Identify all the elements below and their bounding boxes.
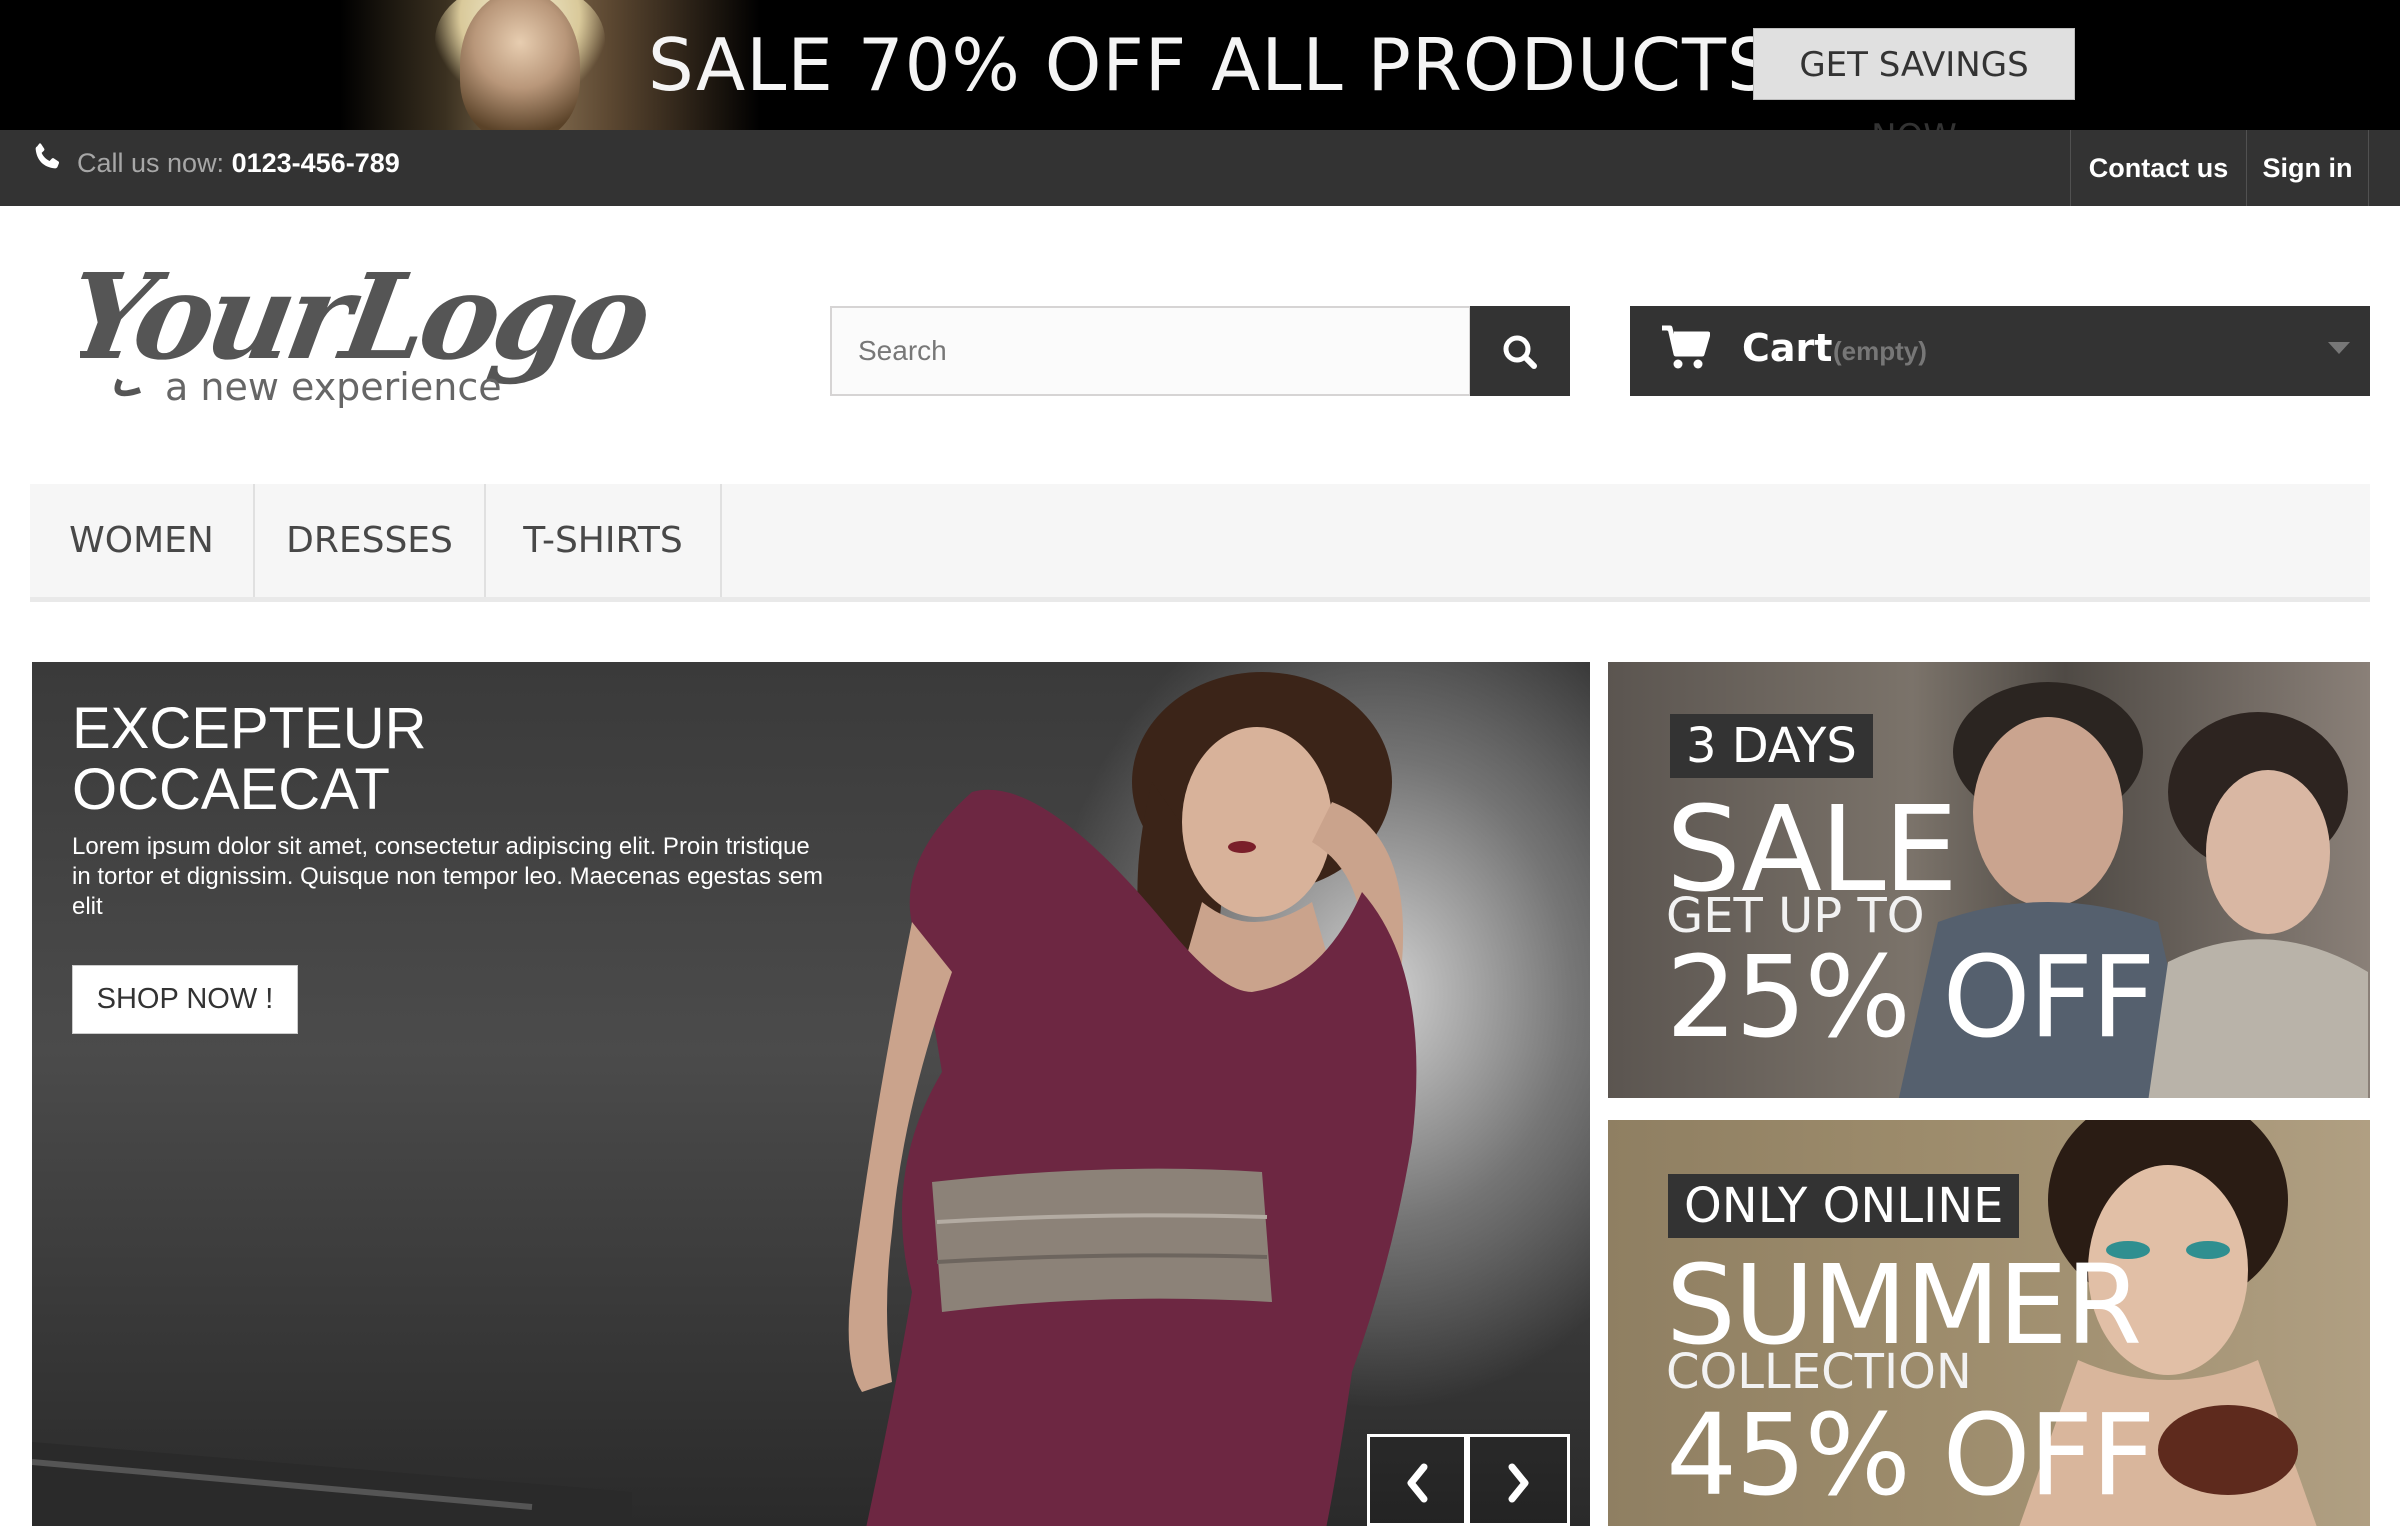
hero-title-line2: OCCAECAT <box>72 757 390 822</box>
hero-slider[interactable]: EXCEPTEUR OCCAECAT Lorem ipsum dolor sit… <box>32 662 1590 1526</box>
call-us-text: Call us now: 0123-456-789 <box>77 148 400 179</box>
logo-image: YourLogo a new experience <box>56 248 659 409</box>
sale-banner-3-days[interactable]: 3 DAYS SALE GET UP TO 25% OFF <box>1608 662 2370 1098</box>
shop-now-button[interactable]: SHOP NOW ! <box>72 965 298 1034</box>
summer-collection-banner[interactable]: ONLY ONLINE SUMMER COLLECTION 45% OFF <box>1608 1120 2370 1526</box>
hero-title: EXCEPTEUR OCCAECAT <box>72 698 772 820</box>
cart-label: Cart <box>1742 326 1833 370</box>
promo-text: SALE 70% OFF ALL PRODUCTS <box>648 23 1774 107</box>
menu-item-t-shirts[interactable]: T-SHIRTS <box>486 484 722 597</box>
banner-tag: ONLY ONLINE <box>1668 1174 2020 1238</box>
main-menu: WOMEN DRESSES T-SHIRTS <box>30 484 2370 602</box>
menu-item-women[interactable]: WOMEN <box>30 484 255 597</box>
call-label: Call us now: <box>77 148 225 178</box>
chevron-down-icon <box>2328 342 2350 354</box>
hero-description: Lorem ipsum dolor sit amet, consectetur … <box>72 833 824 920</box>
logo[interactable]: YourLogo a new experience <box>56 248 659 420</box>
contact-us-link[interactable]: Contact us <box>2070 130 2246 206</box>
banner-tag: 3 DAYS <box>1670 714 1873 778</box>
search-input[interactable]: Search <box>830 306 1471 396</box>
slider-next-button[interactable] <box>1467 1434 1570 1526</box>
chevron-left-icon <box>1407 1463 1428 1503</box>
cart-button[interactable]: Cart (empty) <box>1630 306 2370 396</box>
banner-offer: 45% OFF <box>1666 1391 2156 1521</box>
promo-banner[interactable]: SALE 70% OFF ALL PRODUCTS GET SAVINGS NO… <box>0 0 2400 130</box>
search-button[interactable] <box>1470 306 1570 396</box>
cart-icon <box>1662 325 1710 369</box>
get-savings-button[interactable]: GET SAVINGS NOW <box>1753 28 2075 130</box>
banner-offer: 25% OFF <box>1666 933 2156 1063</box>
hero-title-line1: EXCEPTEUR <box>72 696 427 761</box>
banner-sub: COLLECTION <box>1666 1344 1972 1400</box>
phone-icon <box>35 143 60 169</box>
logo-tagline: a new experience <box>165 365 502 409</box>
search-icon <box>1503 335 1537 369</box>
phone-number: 0123-456-789 <box>231 148 400 178</box>
sign-in-link[interactable]: Sign in <box>2246 130 2369 206</box>
menu-item-dresses[interactable]: DRESSES <box>255 484 486 597</box>
slider-prev-button[interactable] <box>1367 1434 1467 1526</box>
chevron-right-icon <box>1508 1463 1529 1503</box>
cart-status: (empty) <box>1833 336 1927 366</box>
